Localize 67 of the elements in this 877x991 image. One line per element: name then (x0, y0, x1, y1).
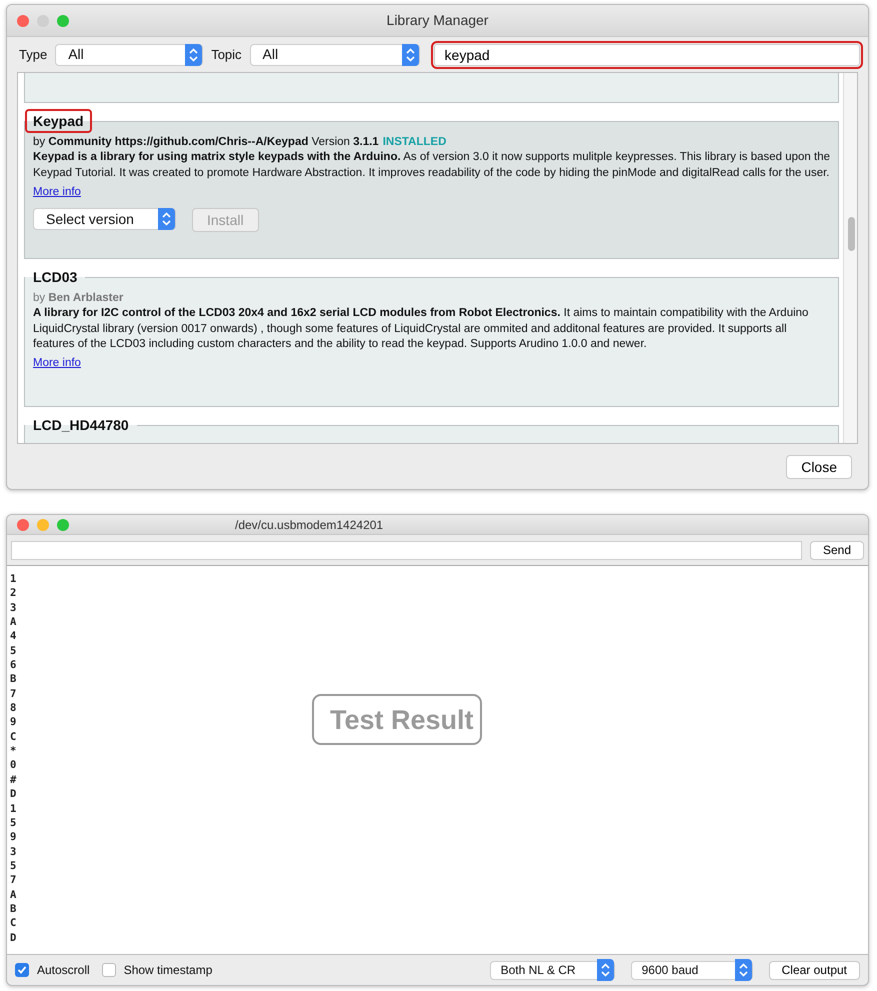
output-line: 4 (10, 629, 18, 644)
library-name: LCD_HD44780 (32, 416, 130, 435)
library-description: A library for I2C control of the LCD03 20x4 and 16x2 serial LCD modules from Robot Electronics. It aims to maintain compatibility with the Arduino LiquidCrystal library (version 0017 onwards) , though some features of LiquidCrystal are ommited and additonal features are provided. It supports all features of the LCD03 including custom characters and the ability to read the keypad. Supports Arudino 1.0.0 and newer. (33, 306, 810, 352)
window-title: /dev/cu.usbmodem1424201 (235, 516, 384, 534)
output-line: 5 (10, 816, 18, 830)
library-description: Keypad is a library for using matrix style keypads with the Arduino. As of version 3.0 it now supports mulitple keypresses. This library is based upon the Keypad Tutorial. It was created to promote Hardware Abstraction. It improves readability of the code by hiding the pinMode and digitalRead calls for the user. (33, 150, 830, 181)
topic-label: Topic (211, 46, 242, 64)
output-line: 5 (10, 858, 18, 874)
output-line: D (10, 930, 18, 945)
output-line: 5 (10, 644, 18, 658)
type-dropdown[interactable]: All (55, 44, 204, 66)
version-dropdown[interactable]: Select version (33, 208, 176, 230)
output-line: 1 (10, 572, 18, 586)
window-title: Library Manager (386, 11, 488, 30)
output-line: 3 (10, 844, 18, 859)
close-button[interactable]: Close (786, 454, 852, 478)
stepper-arrows-icon[interactable] (185, 44, 202, 66)
output-line: # (10, 772, 18, 788)
stepper-arrows-icon[interactable] (158, 208, 175, 230)
output-line: 8 (10, 701, 18, 716)
output-line: 3 (10, 600, 18, 616)
baud-rate-dropdown[interactable]: 9600 baud (630, 960, 753, 980)
send-button[interactable]: Send (810, 540, 864, 560)
scrollbar-thumb[interactable] (848, 217, 855, 251)
more-info-link[interactable]: More info (33, 357, 81, 370)
output-line: 7 (10, 686, 18, 702)
message-input-field[interactable] (11, 540, 802, 560)
stepper-arrows-icon[interactable] (596, 959, 614, 981)
output-line: 2 (10, 586, 18, 601)
stepper-arrows-icon[interactable] (402, 44, 419, 66)
library-name: LCD03 (32, 268, 78, 287)
output-line: * (10, 744, 18, 758)
output-line: 1 (10, 802, 18, 816)
minimize-icon[interactable] (37, 518, 49, 530)
output-line: 0 (10, 758, 18, 773)
more-info-link[interactable]: More info (33, 186, 81, 198)
library-byline: by Community https://github.com/Chris--A/Keypad Version 3.1.1 (33, 135, 379, 150)
close-icon[interactable] (17, 518, 29, 530)
test-result-label: Test Result (312, 694, 482, 744)
output-line: C (10, 730, 18, 744)
clear-output-button[interactable]: Clear output (768, 960, 860, 980)
line-ending-dropdown[interactable]: Both NL & CR (490, 960, 615, 980)
output-line: 7 (10, 873, 18, 888)
close-icon[interactable] (17, 14, 29, 26)
topic-dropdown[interactable]: All (250, 44, 420, 66)
checkbox-label: Show timestamp (124, 962, 212, 979)
checkbox-label: Autoscroll (37, 962, 90, 979)
checkbox[interactable] (15, 963, 29, 977)
checkbox[interactable] (102, 963, 116, 977)
library-item[interactable] (24, 109, 839, 259)
output-line: 9 (10, 715, 18, 730)
status-label: INSTALLED (382, 135, 446, 150)
stepper-arrows-icon[interactable] (734, 959, 752, 981)
scrollbar[interactable] (843, 73, 857, 443)
zoom-icon[interactable] (57, 518, 69, 530)
output-line: A (10, 615, 18, 630)
output-line: 9 (10, 830, 18, 845)
library-byline: by Ben Arblaster (33, 291, 124, 306)
output-line: 6 (10, 658, 18, 672)
output-line: A (10, 888, 18, 902)
output-line: C (10, 916, 18, 931)
output-line: B (10, 902, 18, 916)
zoom-icon[interactable] (57, 14, 69, 26)
library-name: Keypad (25, 109, 92, 133)
output-line: D (10, 787, 18, 802)
type-label: Type (19, 46, 48, 64)
output-line: B (10, 672, 18, 687)
